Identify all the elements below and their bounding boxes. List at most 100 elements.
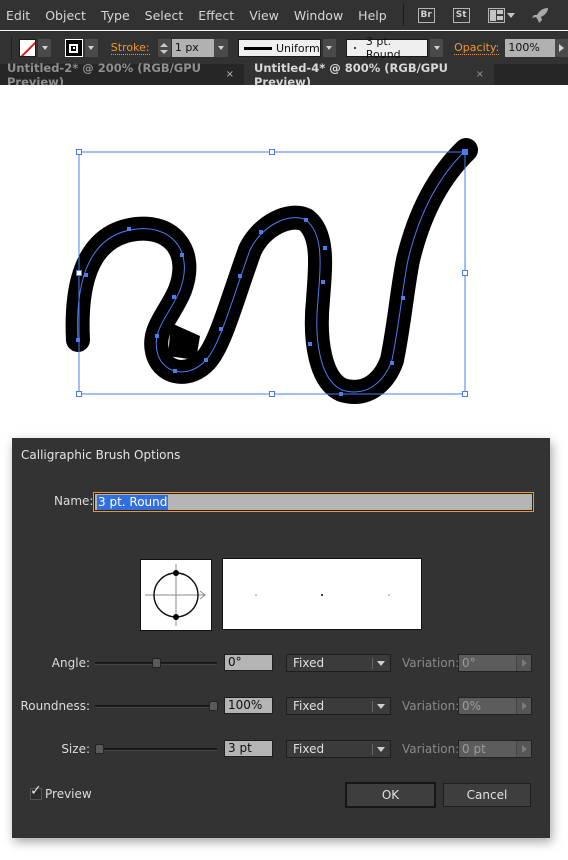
menu-edit[interactable]: Edit bbox=[6, 8, 30, 23]
brush-definition-select[interactable]: 3 pt. Round bbox=[345, 35, 428, 61]
anchor-point bbox=[339, 392, 343, 396]
min-size-dot bbox=[255, 594, 257, 596]
angle-slider[interactable] bbox=[95, 658, 217, 668]
size-input[interactable]: 3 pt bbox=[224, 740, 273, 757]
menu-view[interactable]: View bbox=[249, 8, 279, 23]
menu-object[interactable]: Object bbox=[45, 8, 86, 23]
chevron-right-icon bbox=[558, 44, 564, 52]
ok-button[interactable]: OK bbox=[345, 782, 436, 808]
chevron-down-icon bbox=[377, 661, 385, 666]
close-icon[interactable]: × bbox=[226, 69, 234, 80]
preview-checkbox[interactable]: ✓ Preview bbox=[30, 784, 92, 801]
menu-type[interactable]: Type bbox=[101, 8, 130, 23]
roundness-input[interactable]: 100% bbox=[224, 697, 273, 714]
bridge-icon[interactable]: Br bbox=[417, 7, 435, 23]
name-label: Name: bbox=[54, 494, 94, 508]
stroke-dropdown-button[interactable] bbox=[84, 39, 98, 57]
chevron-right-icon bbox=[516, 655, 531, 671]
stroke-weight-dropdown[interactable] bbox=[213, 39, 228, 57]
size-slider[interactable] bbox=[95, 744, 217, 754]
anchor-point bbox=[76, 338, 80, 342]
opacity-label[interactable]: Opacity: bbox=[454, 41, 500, 55]
anchor-point bbox=[259, 230, 263, 234]
artwork bbox=[65, 138, 478, 404]
stroke-label[interactable]: Stroke: bbox=[110, 41, 150, 55]
anchor-point bbox=[238, 274, 242, 278]
anchor-point bbox=[304, 218, 308, 222]
opacity-input[interactable]: 100% bbox=[505, 39, 555, 57]
chevron-right-icon bbox=[516, 698, 531, 714]
anchor-point bbox=[127, 227, 131, 231]
control-bar: Stroke: 1 px Uniform 3 pt. Round Opacity… bbox=[0, 31, 568, 64]
chevron-down-icon bbox=[217, 46, 224, 50]
close-icon[interactable]: × bbox=[476, 69, 484, 80]
angle-variation-input: 0° bbox=[458, 654, 532, 672]
profile-dropdown-button[interactable] bbox=[322, 39, 336, 57]
document-tabs: Untitled-2* @ 200% (RGB/GPU Preview) × U… bbox=[0, 61, 568, 89]
chevron-down-icon bbox=[41, 46, 48, 50]
angle-label: Angle: bbox=[51, 656, 90, 670]
anchor-point bbox=[463, 150, 467, 154]
brush-stroke-path[interactable] bbox=[65, 138, 478, 404]
handle-top-center bbox=[269, 149, 275, 155]
brush-name-selected-text: 3 pt. Round bbox=[97, 494, 169, 510]
anchor-point bbox=[323, 246, 327, 250]
checkbox[interactable]: ✓ bbox=[30, 784, 42, 800]
menu-select[interactable]: Select bbox=[145, 8, 184, 23]
workspace-switcher-button[interactable] bbox=[487, 7, 515, 23]
angle-variation-label: Variation: bbox=[402, 656, 460, 670]
toolbar-grip[interactable] bbox=[11, 36, 12, 60]
rocket-icon[interactable] bbox=[531, 7, 549, 23]
fill-dropdown-button[interactable] bbox=[38, 39, 52, 57]
roundness-slider-thumb[interactable] bbox=[209, 701, 218, 711]
angle-slider-thumb[interactable] bbox=[152, 658, 161, 668]
menu-window[interactable]: Window bbox=[294, 8, 343, 23]
size-slider-thumb[interactable] bbox=[95, 744, 104, 754]
variable-width-profile-select[interactable]: Uniform bbox=[237, 39, 321, 57]
angle-mode-select[interactable]: Fixed bbox=[286, 654, 391, 672]
roundness-label: Roundness: bbox=[20, 699, 90, 713]
brush-shape-editor[interactable] bbox=[140, 559, 212, 631]
brush-dropdown-button[interactable] bbox=[429, 39, 444, 57]
brush-stroke-notch bbox=[168, 323, 200, 360]
menu-effect[interactable]: Effect bbox=[198, 8, 234, 23]
menu-help[interactable]: Help bbox=[358, 8, 387, 23]
roundness-variation-label: Variation: bbox=[402, 699, 460, 713]
anchor-point bbox=[84, 273, 88, 277]
stroke-swatch[interactable] bbox=[65, 39, 83, 57]
size-variation-input: 0 pt bbox=[458, 740, 532, 758]
chevron-down-icon bbox=[506, 12, 515, 18]
stroke-weight-input[interactable]: 1 px bbox=[171, 39, 214, 57]
brush-size-preview bbox=[222, 558, 422, 630]
roundness-variation-input: 0% bbox=[458, 697, 532, 715]
anchor-point bbox=[321, 280, 325, 284]
stroke-weight-stepper[interactable] bbox=[157, 39, 171, 57]
checkmark-icon: ✓ bbox=[30, 783, 42, 799]
roundness-mode-select[interactable]: Fixed bbox=[286, 697, 391, 715]
opacity-slider-button[interactable] bbox=[554, 39, 568, 57]
cancel-button[interactable]: Cancel bbox=[443, 783, 531, 807]
stock-icon[interactable]: St bbox=[452, 7, 470, 23]
chevron-down-icon bbox=[377, 747, 385, 752]
chevron-right-icon bbox=[516, 741, 531, 757]
tab-untitled-2[interactable]: Untitled-2* @ 200% (RGB/GPU Preview) × bbox=[0, 61, 244, 89]
fill-swatch-none[interactable] bbox=[18, 39, 37, 57]
handle-top-left bbox=[76, 149, 82, 155]
chevron-down-icon bbox=[377, 704, 385, 709]
tab-untitled-4[interactable]: Untitled-4* @ 800% (RGB/GPU Preview) × bbox=[244, 61, 494, 89]
menu-bar: Edit Object Type Select Effect View Wind… bbox=[0, 0, 568, 30]
size-variation-label: Variation: bbox=[402, 742, 460, 756]
size-mode-select[interactable]: Fixed bbox=[286, 740, 391, 758]
size-dot bbox=[321, 594, 323, 596]
calligraphic-brush-options-dialog: Calligraphic Brush Options Name: 3 pt. R… bbox=[12, 438, 550, 838]
workspace-layout-icon bbox=[487, 7, 505, 23]
menu-divider bbox=[402, 4, 404, 26]
brush-name-input[interactable]: 3 pt. Round bbox=[93, 492, 534, 512]
handle-middle-right bbox=[462, 270, 468, 276]
roundness-handle bbox=[173, 570, 179, 576]
arrow-down-icon bbox=[160, 49, 169, 54]
roundness-slider[interactable] bbox=[95, 701, 218, 711]
anchor-point bbox=[401, 296, 405, 300]
handle-middle-left bbox=[76, 270, 82, 276]
angle-input[interactable]: 0° bbox=[224, 654, 273, 671]
